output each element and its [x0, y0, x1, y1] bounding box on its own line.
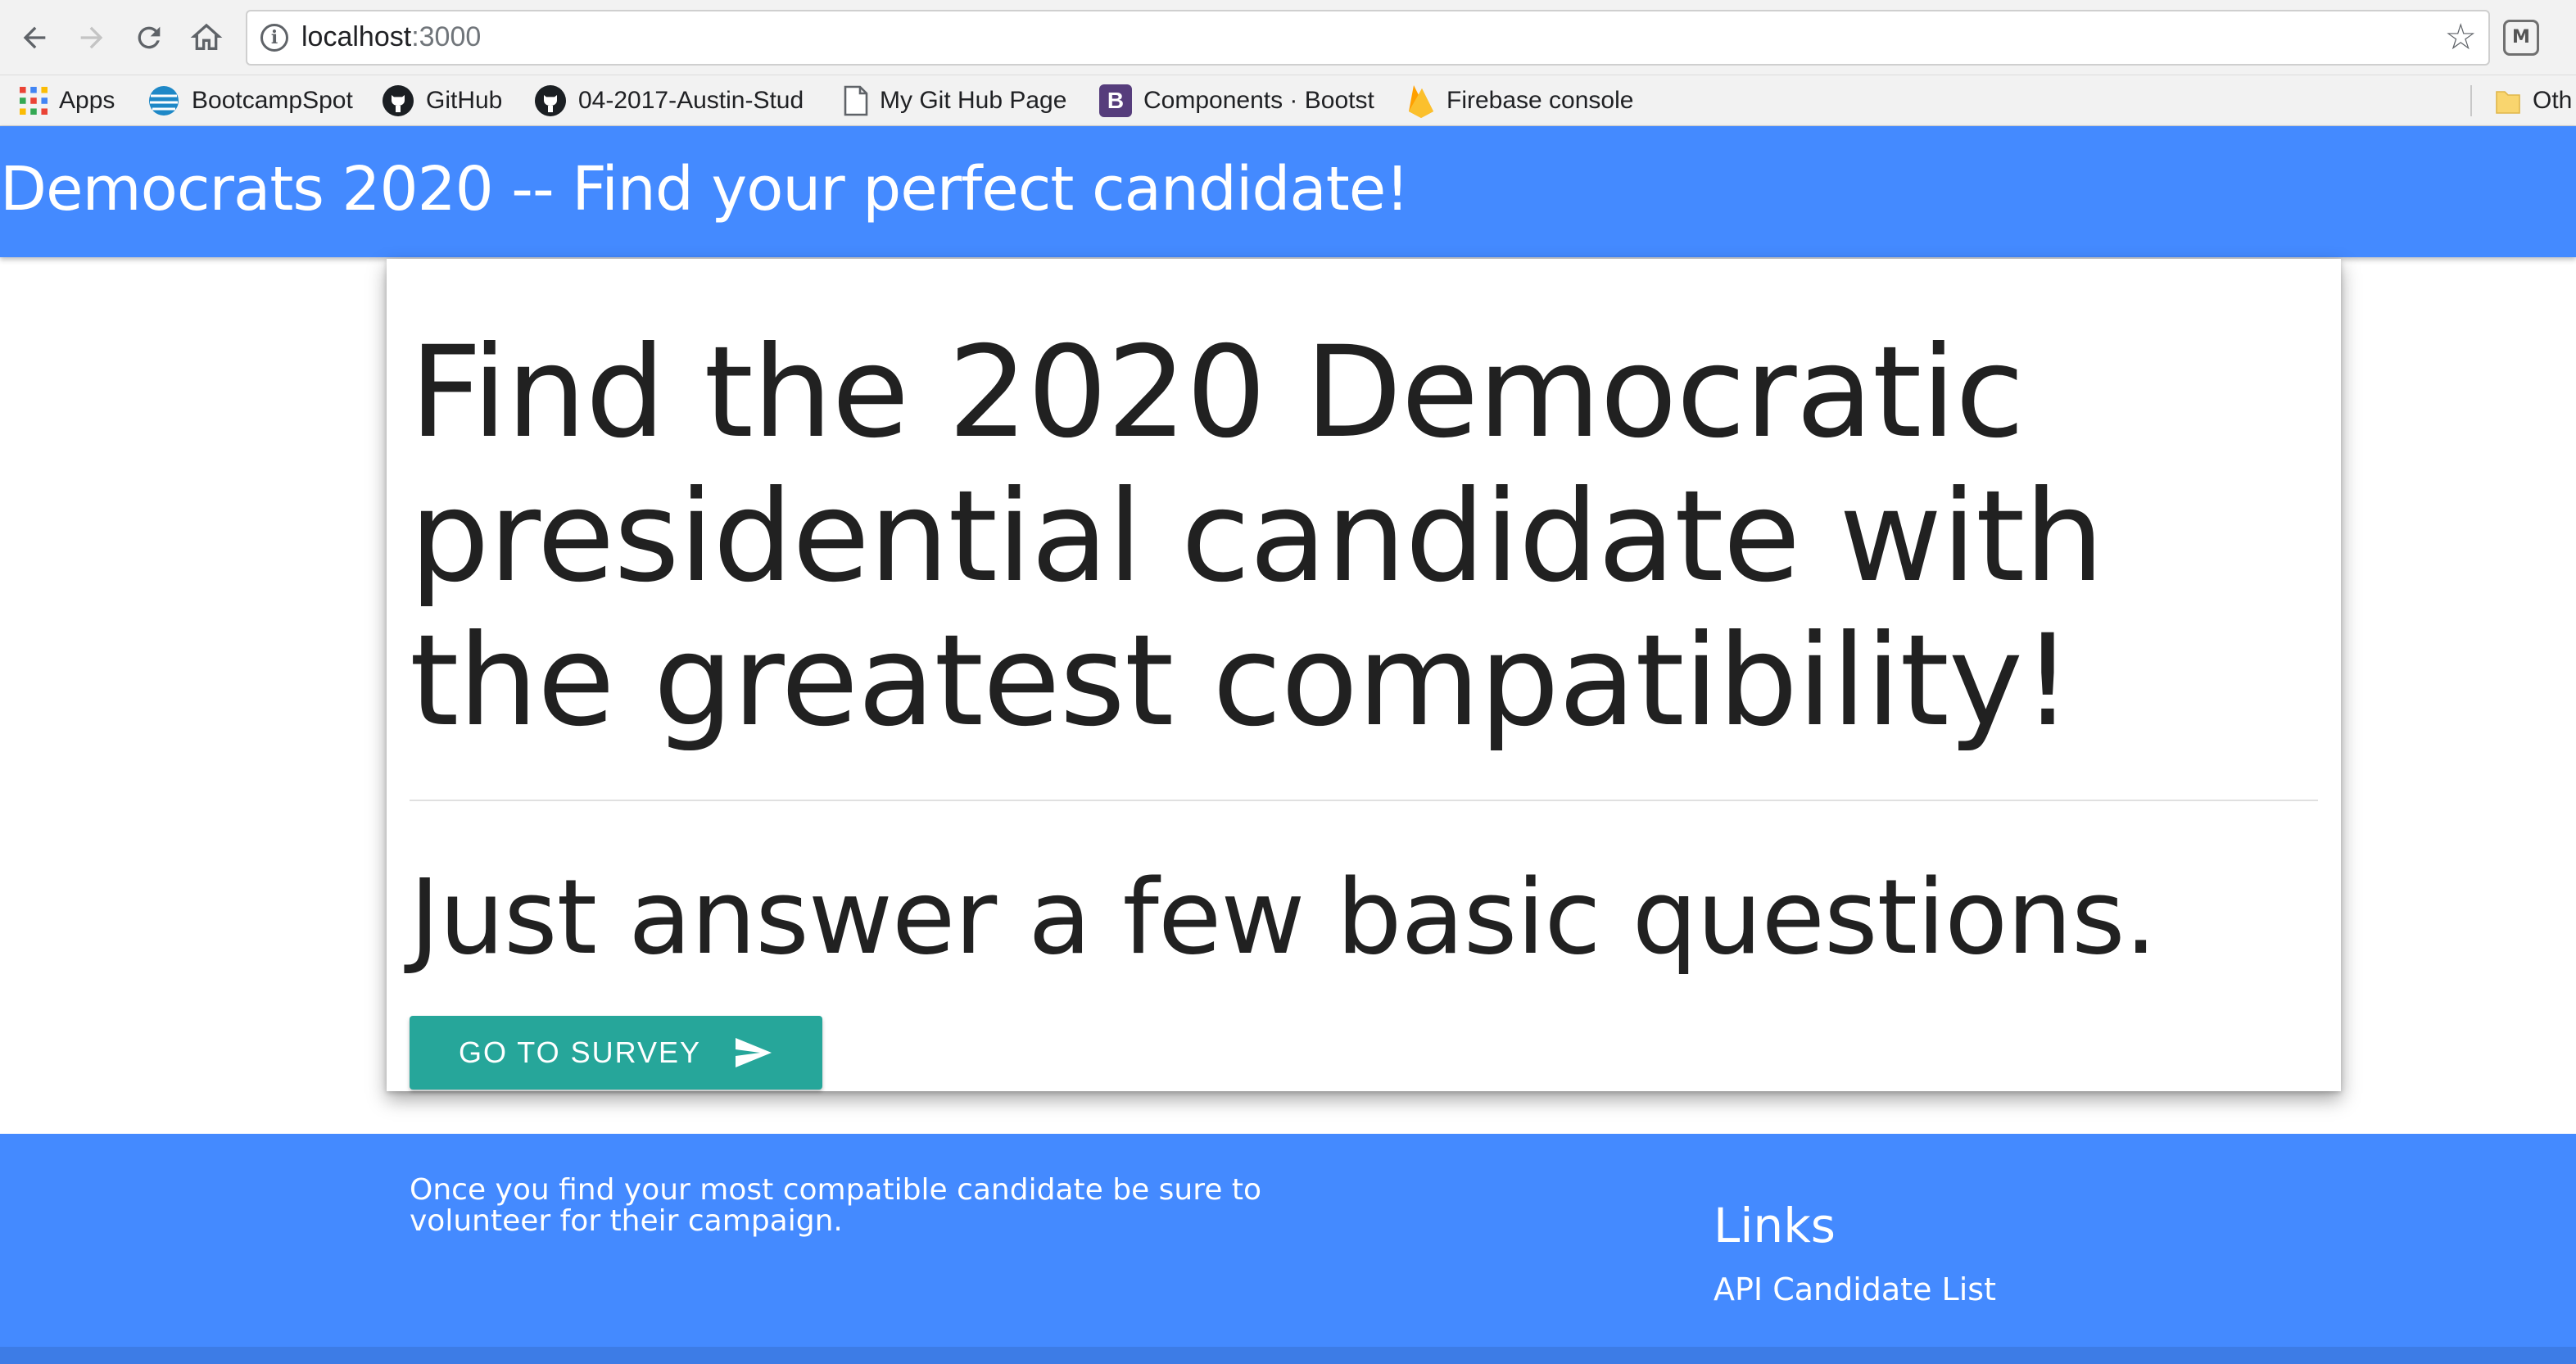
bookmark-star-icon[interactable]: ☆	[2445, 16, 2477, 58]
go-to-survey-button[interactable]: GO TO SURVEY	[410, 1016, 822, 1090]
home-button[interactable]	[183, 15, 229, 61]
info-icon[interactable]: i	[260, 24, 288, 52]
hero-subheadline: Just answer a few basic questions.	[410, 857, 2157, 977]
hero-headline: Find the 2020 Democratic presidential ca…	[410, 319, 2104, 755]
bookmark-label: Firebase console	[1446, 87, 1634, 114]
extension-icon[interactable]: M	[2503, 20, 2539, 56]
page-icon	[844, 85, 868, 116]
bookmark-label: My Git Hub Page	[880, 87, 1067, 114]
browser-toolbar: i localhost:3000 ☆ M	[0, 0, 2576, 75]
bootstrap-letter: B	[1099, 84, 1132, 117]
back-arrow-icon	[23, 26, 46, 49]
page-footer: Once you find your most compatible candi…	[0, 1134, 2576, 1347]
send-icon	[736, 1038, 772, 1067]
address-bar[interactable]: i localhost:3000 ☆	[246, 10, 2490, 66]
bookmark-label: GitHub	[426, 87, 503, 114]
back-button[interactable]	[11, 15, 57, 61]
apps-grid-icon	[20, 87, 48, 115]
app-title[interactable]: Democrats 2020 -- Find your perfect cand…	[0, 154, 1410, 224]
reload-button[interactable]	[126, 15, 172, 61]
firebase-icon	[1407, 84, 1435, 118]
home-icon	[190, 23, 223, 50]
bootstrap-icon: B	[1099, 84, 1132, 117]
bookmark-github[interactable]: GitHub	[382, 75, 502, 126]
bookmarks-bar: Apps BootcampSpot GitHub 04-2017-Austin-…	[0, 75, 2576, 126]
bookmark-label: Oth	[2533, 87, 2573, 114]
reload-icon	[138, 26, 161, 49]
github-icon	[382, 84, 414, 117]
folder-icon	[2495, 87, 2521, 115]
hero-card: Find the 2020 Democratic presidential ca…	[387, 259, 2341, 1091]
app-header: Democrats 2020 -- Find your perfect cand…	[0, 126, 2576, 257]
att-globe-icon	[147, 84, 180, 117]
bookmark-firebase-console[interactable]: Firebase console	[1407, 75, 1633, 126]
url-text: localhost:3000	[301, 21, 482, 52]
forward-arrow-icon	[80, 26, 103, 49]
divider	[410, 800, 2318, 801]
bookmark-label: Apps	[59, 87, 115, 114]
forward-button[interactable]	[69, 15, 115, 61]
bookmark-apps[interactable]: Apps	[20, 75, 115, 126]
footer-copyright-bar	[0, 1347, 2576, 1364]
bookmark-label: 04-2017-Austin-Stud	[578, 87, 804, 114]
api-candidate-list-link[interactable]: API Candidate List	[1714, 1271, 1996, 1307]
github-icon	[534, 84, 567, 117]
bookmark-other[interactable]: Oth	[2495, 75, 2576, 126]
bookmark-label: Components · Bootst	[1143, 87, 1374, 114]
button-label: GO TO SURVEY	[458, 1035, 702, 1069]
bookmark-label: BootcampSpot	[192, 87, 353, 114]
footer-links-title: Links	[1714, 1198, 1836, 1253]
bookmarks-divider	[2470, 85, 2472, 116]
bookmark-bootcampspot[interactable]: BootcampSpot	[147, 75, 353, 126]
bookmark-components-bootstrap[interactable]: B Components · Bootst	[1099, 75, 1384, 126]
bookmark-austin-student[interactable]: 04-2017-Austin-Stud	[534, 75, 819, 126]
bookmark-my-git-hub-page[interactable]: My Git Hub Page	[844, 75, 1066, 126]
footer-text: Once you find your most compatible candi…	[410, 1173, 1261, 1238]
